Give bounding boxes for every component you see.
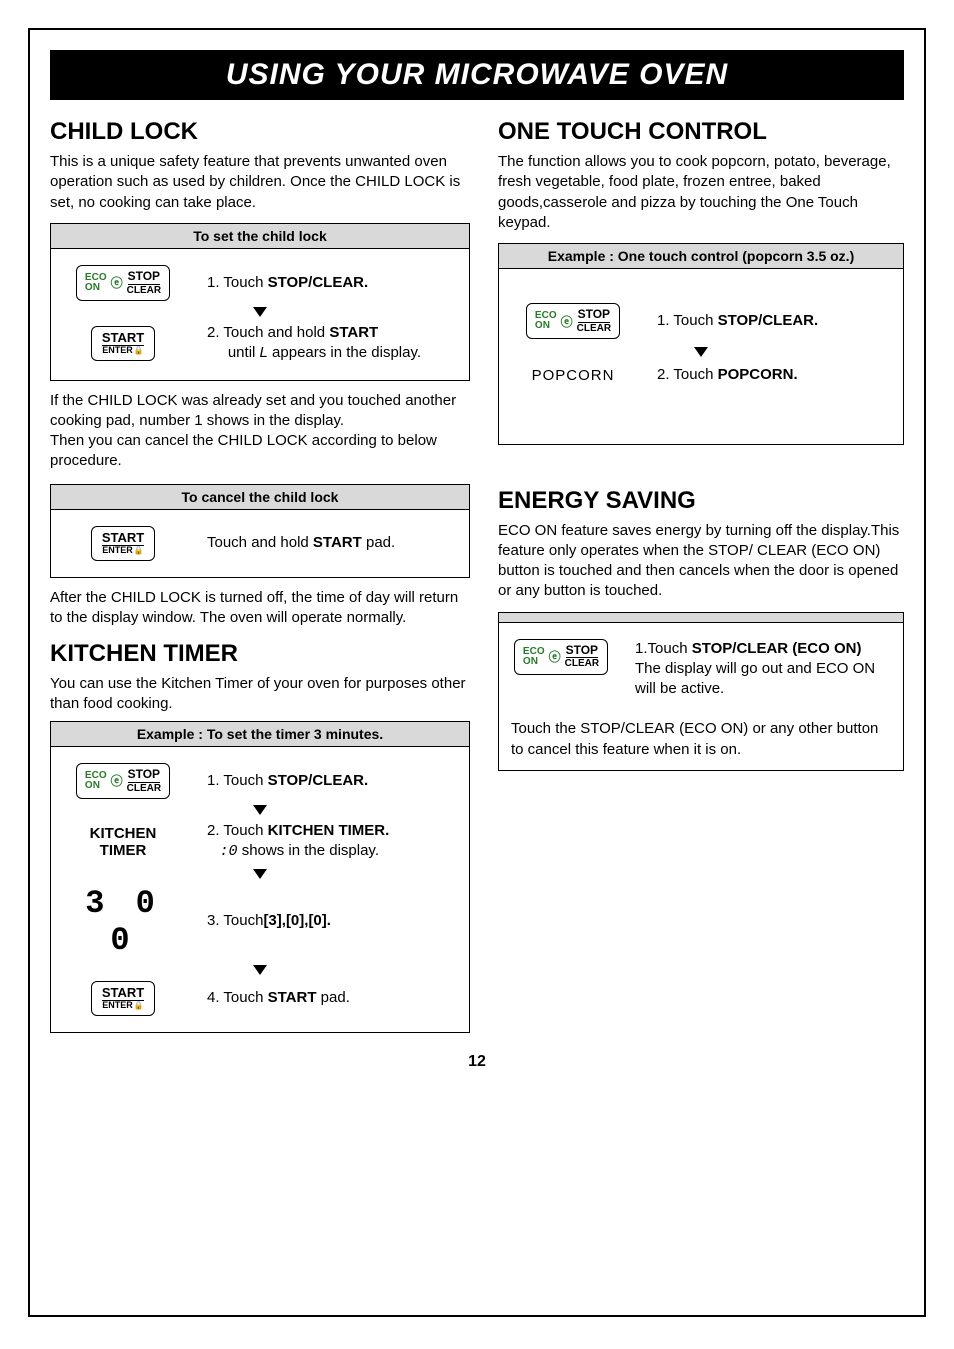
kitchen-timer-box-header: Example : To set the timer 3 minutes. <box>51 722 469 747</box>
set-child-lock-header: To set the child lock <box>51 224 469 249</box>
one-touch-box: Example : One touch control (popcorn 3.5… <box>498 243 904 445</box>
left-column: CHILD LOCK This is a unique safety featu… <box>50 114 470 1043</box>
arrow-down-icon <box>253 869 267 879</box>
kt-step3-text: 3. Touch[3],[0],[0]. <box>207 911 457 931</box>
kitchen-timer-button-icon: KITCHENTIMER <box>63 825 183 860</box>
enter-label: ENTER <box>102 346 143 356</box>
start-button-icon-2: START ENTER <box>91 526 155 561</box>
start-label: START <box>102 331 144 346</box>
leaf-icon: ⓔ <box>561 313 573 330</box>
stop-clear-button-icon-3: ECOON ⓔ STOP CLEAR <box>526 303 620 339</box>
one-touch-box-header: Example : One touch control (popcorn 3.5… <box>499 244 903 269</box>
kitchen-timer-box: Example : To set the timer 3 minutes. EC… <box>50 721 470 1033</box>
arrow-down-icon <box>253 965 267 975</box>
set-child-lock-box: To set the child lock ECOON ⓔ STOP CLEAR <box>50 223 470 381</box>
eco-on-label: ECOON <box>85 273 107 293</box>
one-touch-heading: ONE TOUCH CONTROL <box>498 118 904 146</box>
popcorn-button-icon: POPCORN <box>513 367 633 384</box>
child-lock-heading: CHILD LOCK <box>50 118 470 146</box>
child-lock-after-note: After the CHILD LOCK is turned off, the … <box>50 588 470 629</box>
stop-clear-button-icon-2: ECOON ⓔ STOP CLEAR <box>76 763 170 799</box>
energy-saving-heading: ENERGY SAVING <box>498 487 904 515</box>
kt-step4-text: 4. Touch START pad. <box>207 988 457 1008</box>
kitchen-timer-intro: You can use the Kitchen Timer of your ov… <box>50 674 470 715</box>
kt-step1-text: 1. Touch STOP/CLEAR. <box>207 771 457 791</box>
right-column: ONE TOUCH CONTROL The function allows yo… <box>498 114 904 1043</box>
child-lock-mid-note: If the CHILD LOCK was already set and yo… <box>50 391 470 472</box>
arrow-down-icon <box>253 307 267 317</box>
arrow-down-icon <box>694 347 708 357</box>
leaf-icon: ⓔ <box>111 274 123 291</box>
kt-step2-text: 2. Touch KITCHEN TIMER. :0 shows in the … <box>207 821 457 863</box>
arrow-down-icon <box>253 805 267 815</box>
energy-saving-box: ECOON ⓔ STOP CLEAR 1.Touch STOP/CLEAR (E… <box>498 612 904 771</box>
set-step1-text: 1. Touch STOP/CLEAR. <box>207 273 457 293</box>
cancel-child-lock-header: To cancel the child lock <box>51 485 469 510</box>
page-title-bar: USING YOUR MICROWAVE OVEN <box>50 50 904 100</box>
es-footer-text: Touch the STOP/CLEAR (ECO ON) or any oth… <box>511 719 891 760</box>
set-step2-text: 2. Touch and hold START until L appears … <box>207 323 457 364</box>
cancel-child-lock-box: To cancel the child lock START ENTER Tou… <box>50 484 470 578</box>
start-button-icon: START ENTER <box>91 326 155 361</box>
cancel-step-text: Touch and hold START pad. <box>207 533 457 553</box>
stop-clear-button-icon: ECOON ⓔ STOP CLEAR <box>76 265 170 301</box>
one-touch-intro: The function allows you to cook popcorn,… <box>498 152 904 233</box>
start-button-icon-3: START ENTER <box>91 981 155 1016</box>
page-number: 12 <box>50 1053 904 1071</box>
energy-saving-intro: ECO ON feature saves energy by turning o… <box>498 521 904 602</box>
clear-label: CLEAR <box>127 285 161 297</box>
es-step1-text: 1.Touch STOP/CLEAR (ECO ON) The display … <box>635 639 891 700</box>
columns-wrapper: CHILD LOCK This is a unique safety featu… <box>50 114 904 1043</box>
stop-label: STOP <box>128 270 160 285</box>
leaf-icon: ⓔ <box>111 772 123 789</box>
kitchen-timer-heading: KITCHEN TIMER <box>50 640 470 668</box>
leaf-icon: ⓔ <box>549 648 561 665</box>
ot-step2-text: 2. Touch POPCORN. <box>657 365 889 385</box>
display-digits: 3 0 0 <box>63 885 183 959</box>
energy-box-header-strip <box>499 613 903 623</box>
stop-clear-button-icon-4: ECOON ⓔ STOP CLEAR <box>514 639 608 675</box>
page-frame: USING YOUR MICROWAVE OVEN CHILD LOCK Thi… <box>28 28 926 1317</box>
ot-step1-text: 1. Touch STOP/CLEAR. <box>657 311 889 331</box>
child-lock-intro: This is a unique safety feature that pre… <box>50 152 470 213</box>
